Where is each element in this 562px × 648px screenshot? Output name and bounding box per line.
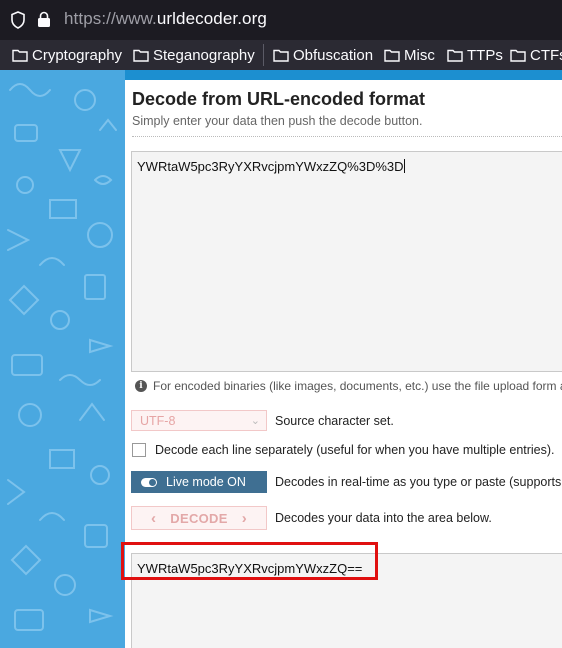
bookmarks-bar: Cryptography Steganography Obfuscation M… [0,40,562,70]
charset-row: UTF-8 ⌄ Source character set. [131,410,394,431]
url-domain: urldecoder.org [156,9,267,28]
chevron-down-icon: ⌄ [250,415,260,427]
bookmark-ctfs[interactable]: CTFs [510,45,562,65]
bookmark-steganography[interactable]: Steganography [133,45,255,65]
chevron-left-icon: ‹ [150,509,157,527]
url-scheme: https://www. [64,9,157,28]
lock-icon[interactable] [37,11,51,28]
bookmark-label: Steganography [153,46,255,64]
info-text: For encoded binaries (like images, docum… [153,379,562,393]
folder-icon [133,49,149,62]
folder-icon [447,49,463,62]
info-note: i For encoded binaries (like images, doc… [135,379,562,393]
each-line-checkbox[interactable] [132,443,146,457]
divider [132,136,562,137]
decode-row: ‹ DECODE › Decodes your data into the ar… [131,506,492,530]
bookmark-label: Misc [404,46,435,64]
folder-icon [12,49,28,62]
info-icon: i [135,380,147,392]
charset-select[interactable]: UTF-8 ⌄ [131,410,267,431]
bookmark-ttps[interactable]: TTPs [447,45,503,65]
decode-button-label: DECODE [170,510,228,526]
decode-description: Decodes your data into the area below. [275,511,492,525]
bookmark-label: TTPs [467,46,503,64]
live-mode-row: Live mode ON Decodes in real-time as you… [131,471,562,493]
doodle-pattern-icon [7,83,117,631]
live-mode-label: Live mode ON [166,475,246,489]
each-line-label[interactable]: Decode each line separately (useful for … [155,443,555,457]
highlight-box [121,542,378,580]
browser-urlbar[interactable]: https://www.urldecoder.org [0,0,562,40]
charset-value: UTF-8 [140,413,176,428]
folder-icon [273,49,289,62]
address-field[interactable]: https://www.urldecoder.org [64,9,267,29]
bookmark-obfuscation[interactable]: Obfuscation [273,45,373,65]
bookmark-separator [263,44,264,66]
each-line-row: Decode each line separately (useful for … [131,443,555,457]
live-mode-button[interactable]: Live mode ON [131,471,267,493]
charset-label: Source character set. [275,413,394,428]
bookmark-label: CTFs [530,46,562,64]
text-caret [403,159,405,173]
bookmark-label: Obfuscation [293,46,374,64]
page-subtitle: Simply enter your data then push the dec… [132,114,423,128]
decorative-background-pattern [0,70,125,648]
folder-icon [384,49,400,62]
bookmark-label: Cryptography [32,46,123,64]
page-title: Decode from URL-encoded format [132,89,426,109]
encoded-input-textarea[interactable]: YWRtaW5pc3RyYXRvcjpmYWxzZQ%3D%3D [131,151,562,372]
chevron-right-icon: › [241,509,247,527]
folder-icon [510,49,526,62]
bookmark-cryptography[interactable]: Cryptography [12,45,122,65]
input-text: YWRtaW5pc3RyYXRvcjpmYWxzZQ%3D%3D [137,159,404,174]
live-mode-description: Decodes in real-time as you type or past… [275,475,562,489]
decode-button[interactable]: ‹ DECODE › [131,506,267,530]
bookmark-misc[interactable]: Misc [384,45,435,65]
shield-icon[interactable] [10,11,26,29]
toggle-icon [141,477,157,487]
